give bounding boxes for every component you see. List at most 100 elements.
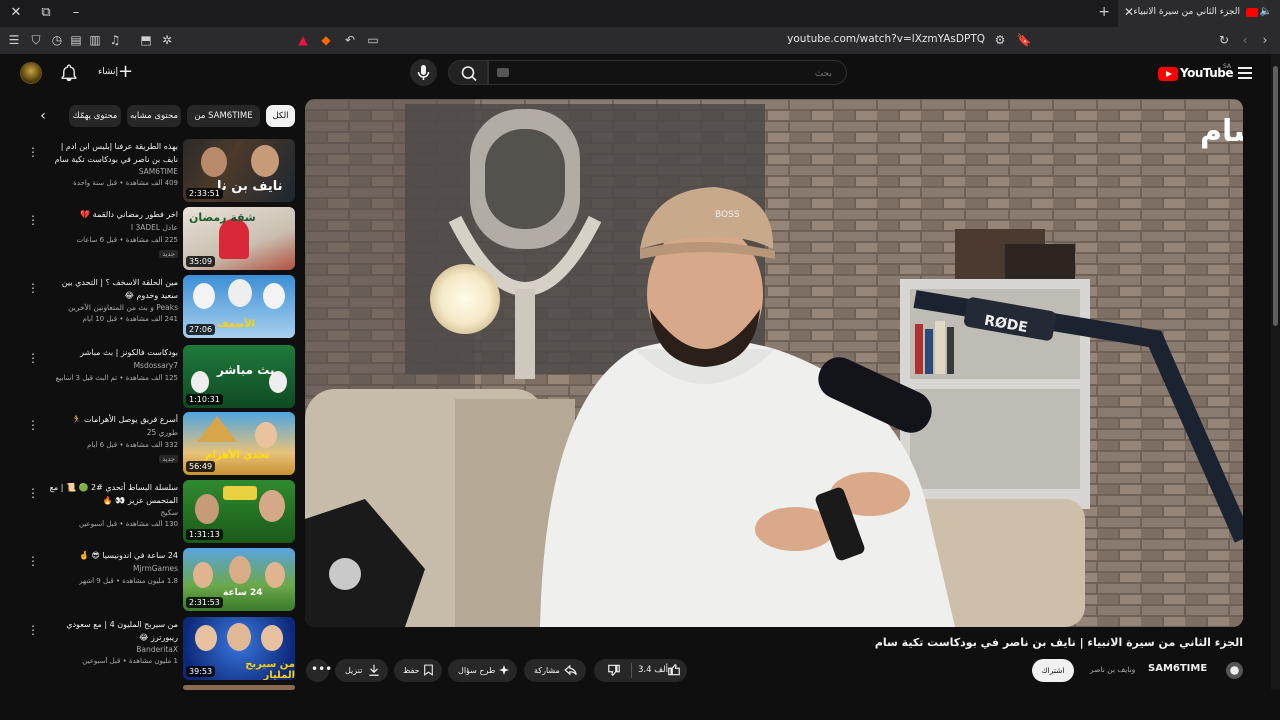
keyboard-icon[interactable] (497, 68, 509, 77)
notifications-bell-icon[interactable] (60, 64, 78, 82)
channel-name[interactable]: طوري 25 (48, 428, 178, 437)
browser-tab[interactable]: ✕ الجزء الثاني من سيرة الانبياء | نايف 🔈 (1118, 0, 1280, 27)
video-thumbnail[interactable]: 24 ساعة 2:31:53 (183, 548, 295, 611)
like-button[interactable]: 3.4 ألف (632, 659, 687, 682)
channel-name[interactable]: SAM6TIME (48, 167, 178, 176)
page-scrollbar[interactable] (1271, 54, 1280, 690)
video-thumbnail[interactable]: تحدي الأهرام 56:49 (183, 412, 295, 475)
voice-search-button[interactable] (410, 59, 437, 86)
video-thumbnail[interactable]: بث مباشر 1:10:31 (183, 345, 295, 408)
channel-name[interactable]: MjrmGames (48, 564, 178, 573)
create-button[interactable]: إنشاء + (94, 60, 136, 85)
share-page-icon[interactable]: ↶ (342, 32, 358, 48)
more-options-icon[interactable]: ⋮ (27, 351, 39, 365)
channel-name[interactable]: سكيج (48, 508, 178, 517)
more-options-icon[interactable]: ⋮ (27, 623, 39, 637)
bookmark-icon[interactable]: 🔖 (1016, 32, 1032, 48)
forward-icon[interactable]: ‹ (1237, 32, 1253, 48)
close-window-icon[interactable]: ✕ (6, 4, 26, 22)
video-player[interactable]: BOSS RØDE تكية سام (305, 99, 1243, 627)
screenshot-icon[interactable]: ⬒ (138, 32, 154, 48)
maximize-icon[interactable]: ⧉ (36, 4, 56, 22)
more-options-icon[interactable]: ⋮ (27, 145, 39, 159)
video-thumbnail[interactable]: من سيربح المليار 39:53 (183, 617, 295, 680)
video-thumbnail[interactable]: نايف بن نا 2:33:51 (183, 139, 295, 202)
scrollbar-thumb[interactable] (1273, 66, 1278, 326)
menu-icon[interactable]: ☰ (6, 32, 22, 48)
channel-name[interactable]: BanderitaX (48, 645, 178, 654)
video-thumbnail[interactable]: 1:31:13 (183, 480, 295, 543)
site-settings-icon[interactable]: ⚙ (992, 32, 1008, 48)
video-title[interactable]: مين الحلقة الاسخف ؟ | التحدي بين سعيد وخ… (48, 277, 178, 302)
channel-name[interactable]: عادل I 3ADEL (48, 223, 178, 232)
back-icon[interactable]: › (1257, 32, 1273, 48)
share-button[interactable]: مشاركة (524, 659, 586, 682)
list-item[interactable]: ⋮ بهذه الطريقة عرفنا إبليس ابن ادم | ناي… (20, 139, 296, 203)
chip-related[interactable]: محتوى يهمّك (69, 105, 121, 127)
history-icon[interactable]: ◷ (49, 32, 65, 48)
shield-icon[interactable]: ⛉ (28, 32, 44, 48)
ask-button[interactable]: طرح سؤال (448, 659, 517, 682)
list-item[interactable]: ⋮ بودكاست فالكونز | بث مباشر Msdossary7 … (20, 345, 296, 409)
extensions-icon[interactable]: ✲ (159, 32, 175, 48)
collaborator-name[interactable]: ونايف بن ناصر (1090, 665, 1135, 674)
dislike-button[interactable] (594, 659, 631, 682)
more-options-icon[interactable]: ⋮ (27, 418, 39, 432)
tab-title: الجزء الثاني من سيرة الانبياء | نايف (1130, 7, 1240, 17)
video-title[interactable]: بودكاست فالكونز | بث مباشر (48, 347, 178, 360)
list-item[interactable]: ⋮ اخر فطور رمضاني دالقمة 💔 عادل I 3ADEL … (20, 207, 296, 271)
channel-name[interactable]: Peaks و بث من المتعاونين الآخرين (48, 303, 178, 312)
video-title[interactable]: بهذه الطريقة عرفنا إبليس ابن ادم | نايف … (48, 141, 178, 166)
list-item[interactable]: ⋮ 24 ساعة في اندونيسيا 😎 🤞 MjrmGames 1.8… (20, 548, 296, 612)
video-thumbnail[interactable]: الأضعف 27:06 (183, 275, 295, 338)
youtube-logo[interactable]: YouTube SA (1158, 63, 1234, 84)
brave-shield-icon[interactable]: ◆ (318, 32, 334, 48)
channel-name[interactable]: Msdossary7 (48, 361, 178, 370)
search-input[interactable] (489, 62, 846, 86)
video-title[interactable]: 24 ساعة في اندونيسيا 😎 🤞 (48, 550, 178, 563)
address-bar-url[interactable]: youtube.com/watch?v=lXzmYAsDPTQ (760, 33, 985, 45)
video-title[interactable]: اخر فطور رمضاني دالقمة 💔 (48, 209, 178, 222)
reader-icon[interactable]: ▤ (68, 32, 84, 48)
search-box[interactable] (488, 60, 847, 86)
search-button[interactable] (448, 60, 488, 85)
channel-name-main[interactable]: SAM6TIME (1148, 663, 1207, 674)
video-thumbnail[interactable] (183, 685, 295, 690)
channel-avatar[interactable] (1226, 662, 1243, 679)
minimize-icon[interactable]: – (66, 4, 86, 22)
subscribe-button[interactable]: اشتراك (1032, 659, 1074, 682)
account-avatar[interactable] (20, 62, 42, 84)
video-title[interactable]: من سيربح المليون 4 | مع سعودي ريبورترز 😂 (48, 619, 178, 644)
thumbs-up-icon (668, 663, 680, 676)
brave-rewards-icon[interactable]: ▲ (295, 32, 311, 48)
youtube-play-logo-icon (1158, 67, 1178, 81)
more-options-icon[interactable]: ⋮ (27, 213, 39, 227)
audio-playing-icon[interactable]: 🔈 (1260, 6, 1272, 17)
music-icon[interactable]: ♫ (107, 32, 123, 48)
video-title[interactable]: أسرع فريق يوصل الأهرامات 🏃 (48, 414, 179, 427)
reload-icon[interactable]: ↻ (1216, 32, 1232, 48)
save-button[interactable]: حفظ (394, 659, 442, 682)
sidebar-icon[interactable]: ▥ (87, 32, 103, 48)
chips-scroll-left-icon[interactable]: ‹ (34, 106, 52, 126)
more-actions-button[interactable]: ••• (306, 659, 332, 682)
video-title[interactable]: سلسلة البساط أتحدي #2 🟢 📜 | مع المتحمس ع… (48, 482, 178, 507)
hamburger-menu-icon[interactable] (1238, 67, 1252, 79)
list-item[interactable]: ⋮ سلسلة البساط أتحدي #2 🟢 📜 | مع المتحمس… (20, 480, 296, 544)
chip-all[interactable]: الكل (266, 105, 295, 127)
list-item[interactable]: ⋮ أسرع فريق يوصل الأهرامات 🏃 طوري 25 332… (20, 412, 296, 476)
list-item[interactable]: ⋮ من سيربح المليون 4 | مع سعودي ريبورترز… (20, 617, 296, 681)
more-options-icon[interactable]: ⋮ (27, 554, 39, 568)
new-tab-icon[interactable]: + (1098, 4, 1110, 20)
download-icon (369, 664, 379, 676)
list-item[interactable] (20, 685, 296, 690)
more-options-icon[interactable]: ⋮ (27, 486, 39, 500)
chip-from-channel[interactable]: من SAM6TIME (187, 105, 260, 127)
cast-icon[interactable]: ▭ (365, 32, 381, 48)
new-badge: جديد (159, 455, 178, 463)
list-item[interactable]: ⋮ مين الحلقة الاسخف ؟ | التحدي بين سعيد … (20, 275, 296, 339)
more-options-icon[interactable]: ⋮ (27, 281, 39, 295)
download-button[interactable]: تنزيل (335, 659, 388, 682)
chip-similar[interactable]: محتوى مشابه (127, 105, 181, 127)
video-thumbnail[interactable]: شقة رمضان 35:09 (183, 207, 295, 270)
